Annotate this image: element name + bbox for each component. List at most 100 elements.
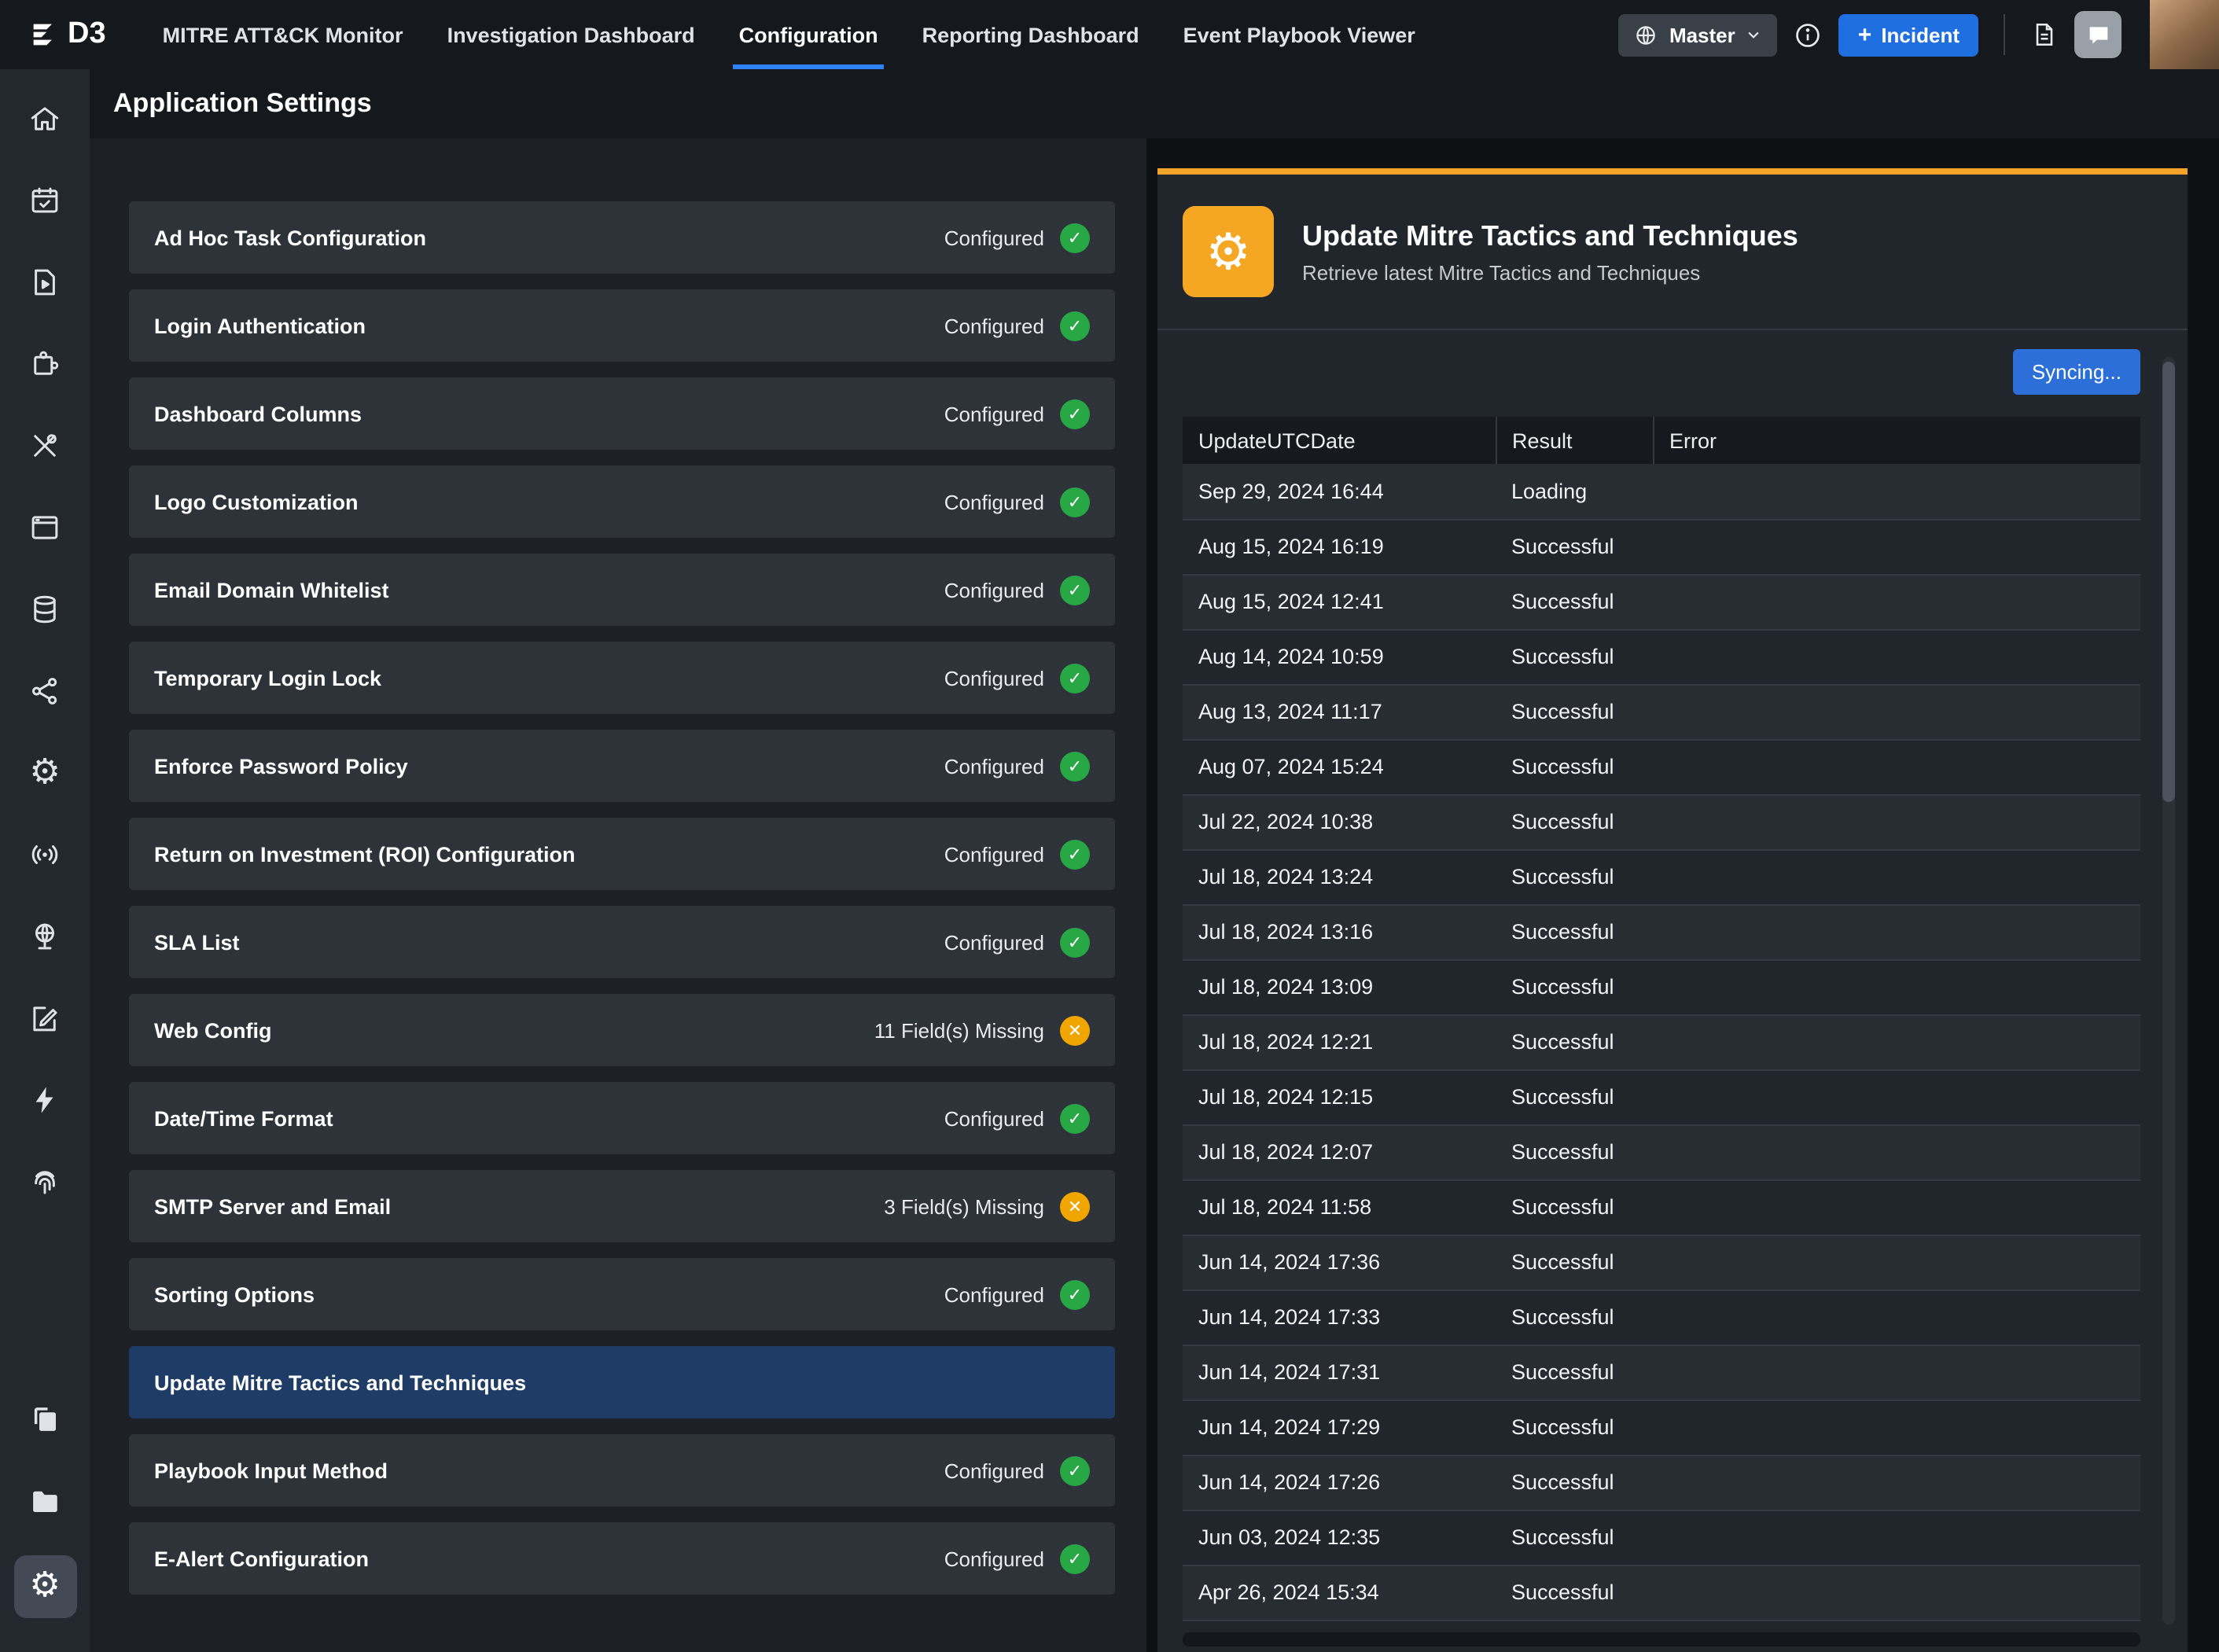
tools-icon[interactable] [13,409,76,483]
setting-item[interactable]: SMTP Server and Email 3 Field(s) Missing✕ [129,1170,1115,1242]
setting-item[interactable]: E-Alert ConfigurationConfigured✓ [129,1522,1115,1595]
nav-reporting-dashboard[interactable]: Reporting Dashboard [900,0,1161,69]
table-row[interactable]: Jul 18, 2024 12:15Successful [1183,1069,2140,1124]
table-row[interactable]: Aug 15, 2024 16:19Successful [1183,519,2140,574]
table-row[interactable]: Jul 18, 2024 13:09Successful [1183,959,2140,1014]
table-row[interactable]: Jun 14, 2024 17:26Successful [1183,1455,2140,1510]
setting-item[interactable]: Enforce Password PolicyConfigured✓ [129,730,1115,802]
vertical-scrollbar[interactable] [2162,357,2175,1624]
setting-status-text: Configured [944,226,1044,249]
setting-status-text: Configured [944,842,1044,866]
settings-gear-icon[interactable]: ⚙ [13,1554,76,1617]
col-result[interactable]: Result [1496,417,1653,464]
setting-status-text: Configured [944,1282,1044,1306]
table-row[interactable]: Jun 14, 2024 17:31Successful [1183,1345,2140,1400]
table-row[interactable]: Jun 14, 2024 17:36Successful [1183,1234,2140,1290]
info-icon[interactable] [1794,20,1823,50]
check-icon: ✓ [1060,575,1090,605]
setting-status-text: Configured [944,314,1044,337]
api-gear-icon[interactable]: ⚙ [13,736,76,810]
home-icon[interactable] [13,82,76,156]
syncing-button[interactable]: Syncing... [2013,349,2140,395]
master-dropdown[interactable]: Master [1619,13,1778,56]
scrollbar-thumb[interactable] [2162,362,2175,802]
table-row[interactable]: Jul 18, 2024 13:16Successful [1183,904,2140,959]
topbar-nav: MITRE ATT&CK MonitorInvestigation Dashbo… [141,0,1437,69]
broadcast-icon[interactable] [13,818,76,892]
plus-icon: + [1858,23,1872,46]
setting-item[interactable]: Temporary Login LockConfigured✓ [129,642,1115,714]
lightning-icon[interactable] [13,1063,76,1137]
setting-status: Configured✓ [944,399,1090,429]
form-edit-icon[interactable] [13,981,76,1055]
setting-item[interactable]: Return on Investment (ROI) Configuration… [129,818,1115,890]
setting-status: Configured ✓ [944,839,1090,869]
nav-event-playbook-viewer[interactable]: Event Playbook Viewer [1161,0,1437,69]
detail-title: Update Mitre Tactics and Techniques [1302,219,1798,252]
table-row[interactable]: Jul 18, 2024 13:24Successful [1183,849,2140,904]
table-row[interactable]: Aug 13, 2024 11:17Successful [1183,684,2140,739]
table-row[interactable]: Sep 29, 2024 16:44Loading [1183,464,2140,519]
puzzle-icon[interactable] [13,327,76,401]
globe-stand-icon[interactable] [13,900,76,973]
setting-label: Date/Time Format [154,1106,333,1130]
nav-configuration[interactable]: Configuration [717,0,900,69]
setting-status-text: Configured [944,754,1044,778]
fingerprint-icon[interactable] [13,1145,76,1219]
detail-header: ⚙ Update Mitre Tactics and Techniques Re… [1157,175,2188,330]
setting-item[interactable]: Email Domain WhitelistConfigured✓ [129,554,1115,626]
table-row[interactable]: Jul 18, 2024 12:07Successful [1183,1124,2140,1179]
share-network-icon[interactable] [13,654,76,728]
setting-status: Configured✓ [944,1103,1090,1133]
setting-item[interactable]: Login AuthenticationConfigured✓ [129,289,1115,362]
table-row[interactable]: Aug 14, 2024 10:59Successful [1183,629,2140,684]
table-row[interactable]: Jul 22, 2024 10:38Successful [1183,794,2140,849]
setting-status: Configured✓ [944,487,1090,517]
user-avatar[interactable] [2150,0,2219,69]
document-play-icon[interactable] [13,245,76,319]
setting-item[interactable]: SLA ListConfigured✓ [129,906,1115,978]
document-icon[interactable] [2030,20,2059,49]
folder-icon[interactable] [13,1463,76,1537]
copy-pages-icon[interactable] [13,1382,76,1455]
setting-label: SMTP Server and Email [154,1194,391,1218]
setting-status: 3 Field(s) Missing✕ [884,1191,1090,1221]
setting-item[interactable]: Web Config11 Field(s) Missing✕ [129,994,1115,1066]
setting-item[interactable]: Sorting OptionsConfigured✓ [129,1258,1115,1330]
calendar-check-icon[interactable] [13,164,76,237]
settings-panel: Ad Hoc Task ConfigurationConfigured✓ Logi… [90,138,1146,1652]
nav-investigation-dashboard[interactable]: Investigation Dashboard [425,0,717,69]
col-error[interactable]: Error [1653,417,2140,464]
horizontal-scrollbar[interactable] [1183,1632,2140,1646]
setting-item[interactable]: Date/Time Format Configured✓ [129,1082,1115,1154]
check-icon: ✓ [1060,839,1090,869]
table-row[interactable]: Jun 14, 2024 17:29Successful [1183,1400,2140,1455]
table-row[interactable]: Jul 18, 2024 12:21Successful [1183,1014,2140,1069]
add-incident-button[interactable]: + Incident [1839,13,1978,56]
topbar: D3 MITRE ATT&CK MonitorInvestigation Das… [0,0,2219,69]
setting-item[interactable]: Dashboard ColumnsConfigured✓ [129,377,1115,450]
setting-item[interactable]: Playbook Input MethodConfigured✓ [129,1434,1115,1507]
setting-item[interactable]: Ad Hoc Task ConfigurationConfigured✓ [129,201,1115,274]
setting-status: Configured✓ [944,663,1090,693]
setting-item[interactable]: Update Mitre Tactics and Techniques [129,1346,1115,1418]
nav-mitre-att-ck-monitor[interactable]: MITRE ATT&CK Monitor [141,0,425,69]
chevron-down-icon [1746,27,1762,42]
chat-icon[interactable] [2074,11,2121,58]
logo-text: D3 [68,17,106,52]
table-row[interactable]: Aug 07, 2024 15:24Successful [1183,739,2140,794]
setting-item[interactable]: Logo CustomizationConfigured✓ [129,465,1115,538]
table-row[interactable]: Jun 03, 2024 12:35Successful [1183,1510,2140,1565]
table-row[interactable]: Jul 18, 2024 11:58Successful [1183,1179,2140,1234]
setting-status: Configured✓ [944,927,1090,957]
app-logo[interactable]: D3 [28,17,106,52]
error-icon: ✕ [1060,1015,1090,1045]
table-row[interactable]: Apr 26, 2024 15:34Successful [1183,1565,2140,1620]
table-row[interactable]: Jun 14, 2024 17:33Successful [1183,1290,2140,1345]
window-icon[interactable] [13,491,76,565]
table-row[interactable]: Aug 15, 2024 12:41Successful [1183,574,2140,629]
gear-icon: ⚙ [1183,206,1274,297]
col-updateutcdate[interactable]: UpdateUTCDate [1183,417,1496,464]
database-icon[interactable] [13,572,76,646]
setting-status-text: Configured [944,930,1044,954]
